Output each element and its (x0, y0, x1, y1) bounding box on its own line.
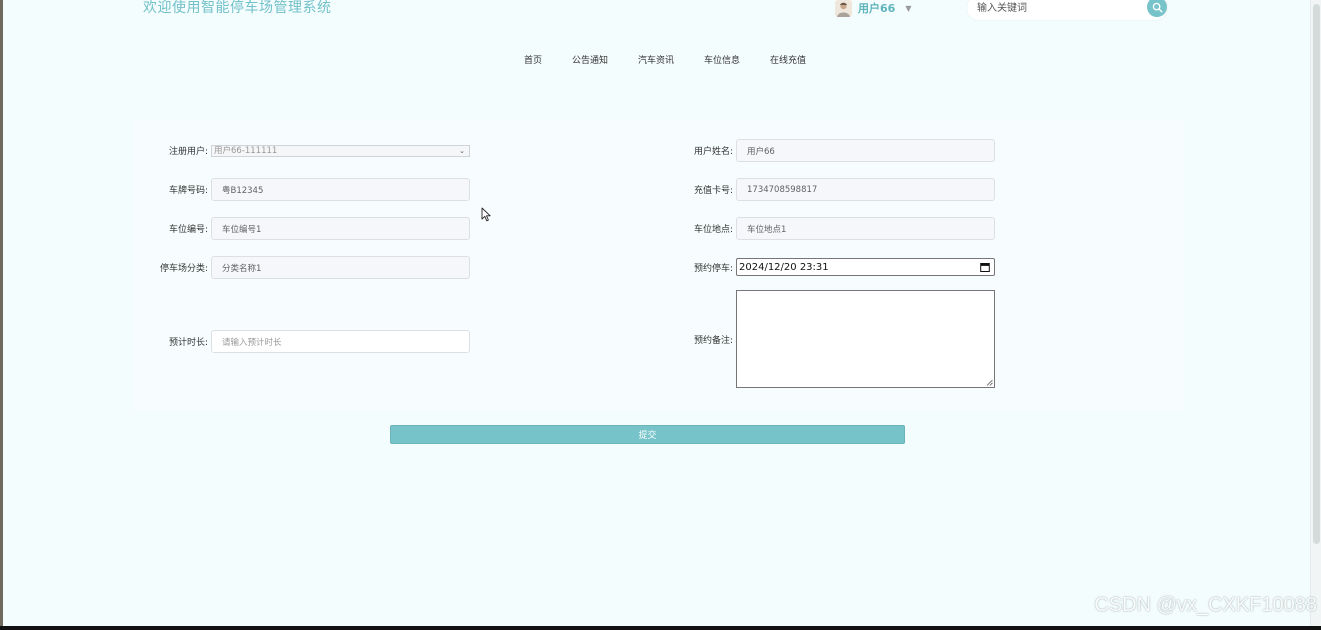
avatar (835, 0, 852, 17)
user-name-input[interactable]: 用户66 (736, 139, 995, 162)
site-title: 欢迎使用智能停车场管理系统 (143, 0, 332, 16)
vertical-scrollbar[interactable] (1310, 0, 1321, 626)
recharge-card-input[interactable]: 1734708598817 (736, 178, 995, 201)
lot-category-input[interactable]: 分类名称1 (211, 256, 470, 279)
user-name-field: 用户姓名: 用户66 (660, 139, 995, 162)
search-button[interactable] (1147, 0, 1167, 17)
estimated-duration-input[interactable]: 请输入预计时长 (211, 330, 470, 353)
recharge-card-label: 充值卡号: (693, 186, 733, 196)
watermark: CSDN @vx_CXKF10088 (1094, 594, 1317, 616)
window-left-edge (0, 0, 3, 630)
main-nav: 首页 公告通知 汽车资讯 车位信息 在线充值 (0, 54, 1310, 68)
calendar-icon (980, 263, 990, 272)
resize-grip-icon (986, 379, 993, 386)
space-location-input[interactable]: 车位地点1 (736, 217, 995, 240)
reserve-time-label: 预约停车: (693, 263, 733, 274)
search-icon (1152, 2, 1163, 13)
recharge-card-field: 充值卡号: 1734708598817 (660, 178, 995, 201)
lot-category-label: 停车场分类: (159, 264, 208, 274)
nav-item-online-recharge[interactable]: 在线充值 (755, 54, 821, 68)
nav-item-announcements[interactable]: 公告通知 (557, 54, 623, 68)
space-location-field: 车位地点: 车位地点1 (660, 217, 995, 240)
search-input[interactable] (975, 0, 1139, 18)
registered-user-select[interactable]: 用户66-111111 ⌄ (211, 144, 470, 157)
plate-number-field: 车牌号码: 粤B12345 (133, 178, 470, 201)
estimated-duration-field: 预计时长: 请输入预计时长 (133, 330, 470, 353)
plate-number-label: 车牌号码: (168, 186, 208, 196)
nav-item-car-news[interactable]: 汽车资讯 (623, 54, 689, 68)
nav-item-parking-spaces[interactable]: 车位信息 (689, 54, 755, 68)
user-menu[interactable]: 用户66 ▼ (835, 0, 911, 18)
chevron-down-icon: ▼ (905, 3, 912, 13)
chevron-down-icon: ⌄ (459, 146, 465, 155)
user-name-label: 用户姓名: (693, 147, 733, 157)
search-box (967, 0, 1167, 20)
registered-user-label: 注册用户: (168, 147, 208, 157)
lot-category-field: 停车场分类: 分类名称1 (133, 256, 470, 279)
user-name: 用户66 (858, 2, 896, 15)
reserve-note-label: 预约备注: (693, 335, 733, 346)
registered-user-field: 注册用户: 用户66-111111 ⌄ (133, 144, 470, 157)
mouse-cursor-icon (481, 207, 491, 222)
nav-item-home[interactable]: 首页 (509, 54, 557, 68)
bottom-edge (0, 626, 1321, 630)
reserve-note-textarea[interactable] (736, 290, 995, 388)
scrollbar-thumb[interactable] (1313, 4, 1320, 544)
space-number-input[interactable]: 车位编号1 (211, 217, 470, 240)
estimated-duration-label: 预计时长: (168, 338, 208, 348)
submit-button[interactable]: 提交 (390, 425, 905, 444)
space-number-field: 车位编号: 车位编号1 (133, 217, 470, 240)
space-number-label: 车位编号: (168, 225, 208, 235)
plate-number-input[interactable]: 粤B12345 (211, 178, 470, 201)
reserve-note-field: 预约备注: (660, 290, 995, 388)
reserve-time-picker[interactable]: 2024/12/20 23:31 (736, 258, 995, 276)
reserve-time-field: 预约停车: 2024/12/20 23:31 (660, 258, 995, 276)
space-location-label: 车位地点: (693, 225, 733, 235)
